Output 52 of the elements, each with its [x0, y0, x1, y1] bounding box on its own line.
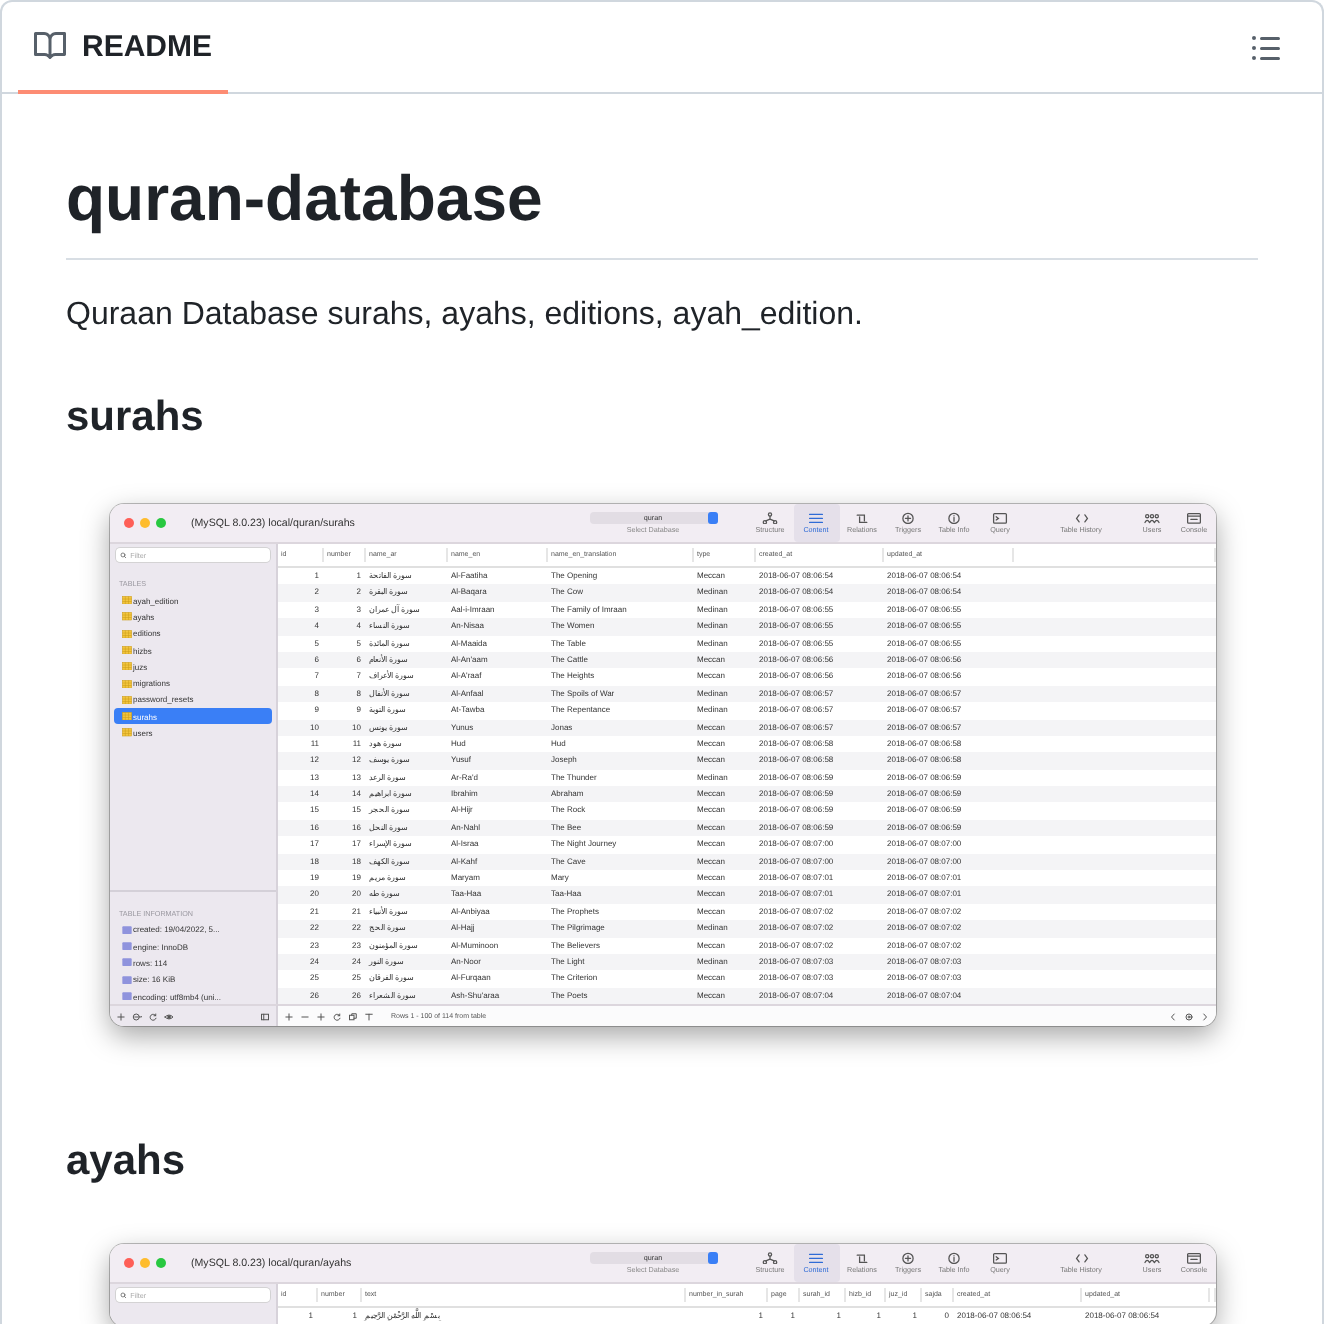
chevron-left-icon[interactable]: [1167, 1011, 1177, 1022]
table-icon: [121, 645, 131, 655]
page-title: quran-database: [66, 158, 1258, 260]
list-icon: [808, 511, 824, 525]
sidebar-icon[interactable]: [259, 1011, 269, 1022]
table-icon: [121, 662, 131, 671]
plus-circle-icon: [900, 1251, 916, 1265]
list-icon: [808, 1251, 824, 1265]
minus-icon[interactable]: [299, 1011, 309, 1022]
section-heading: surahs: [66, 392, 206, 444]
users-icon: [1144, 511, 1160, 525]
plus-icon[interactable]: [115, 1011, 125, 1022]
description: Quraan Database surahs, ayahs, editions, ayah_edition.: [66, 296, 865, 336]
close-button[interactable]: [123, 518, 133, 528]
console-icon: [1186, 1251, 1202, 1265]
info-icon: [946, 511, 962, 525]
refresh-icon[interactable]: [331, 1011, 341, 1022]
table-icon: [121, 695, 131, 705]
chevron-right-icon[interactable]: [1199, 1011, 1209, 1022]
refresh-icon[interactable]: [147, 1011, 157, 1022]
close-button[interactable]: [123, 1258, 133, 1269]
book-icon: [34, 30, 66, 62]
plus-icon[interactable]: [283, 1011, 293, 1022]
search-icon: [119, 1291, 127, 1299]
relations-icon: [854, 511, 870, 525]
structure-icon: [762, 1251, 778, 1265]
plus-circle-icon: [900, 511, 916, 525]
back-forward-icon: [1073, 1251, 1089, 1265]
console-icon: [1186, 511, 1202, 525]
info-icon: [946, 1251, 962, 1265]
section-heading: ayahs: [66, 1136, 188, 1189]
table-icon: [121, 728, 131, 738]
table-icon: [121, 629, 131, 638]
gear-icon[interactable]: [1183, 1011, 1193, 1022]
search-icon: [119, 551, 127, 559]
eye-icon[interactable]: [163, 1011, 173, 1022]
table-icon: [121, 596, 131, 605]
terminal-icon: [992, 1251, 1008, 1265]
table-icon: [121, 679, 131, 688]
relations-icon: [854, 1251, 870, 1265]
structure-icon: [762, 511, 778, 525]
readme-tab[interactable]: README: [18, 2, 229, 94]
users-icon: [1144, 1251, 1160, 1265]
plus-icon[interactable]: [315, 1011, 325, 1022]
filter-icon[interactable]: [363, 1011, 373, 1022]
list-icon: [1250, 31, 1282, 63]
duplicate-icon[interactable]: [347, 1011, 357, 1022]
table-icon: [121, 612, 131, 622]
table-icon: [121, 712, 131, 721]
minus-circle-icon[interactable]: [131, 1011, 141, 1022]
back-forward-icon: [1073, 511, 1089, 525]
terminal-icon: [992, 511, 1008, 525]
